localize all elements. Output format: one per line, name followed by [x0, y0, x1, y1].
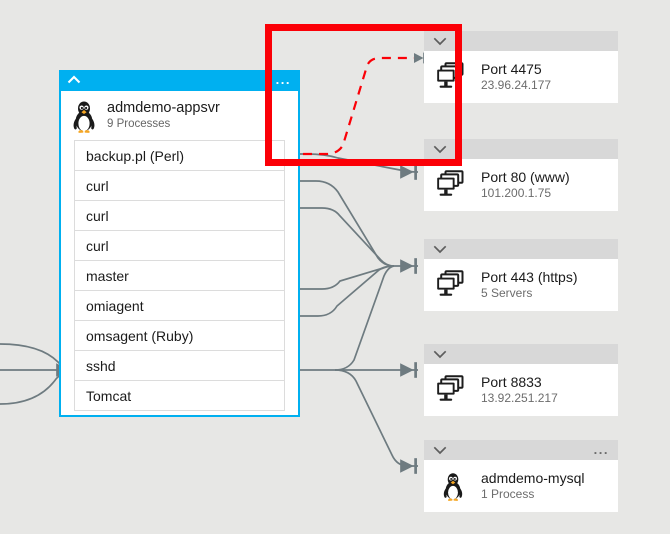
process-row[interactable]: backup.pl (Perl) — [75, 141, 284, 171]
process-row[interactable]: omiagent — [75, 291, 284, 321]
resource-title: Port 4475 — [481, 61, 542, 77]
process-list: backup.pl (Perl) curl curl curl master omiage… — [74, 140, 285, 411]
resource-subtitle: 23.96.24.177 — [481, 78, 552, 92]
process-row[interactable]: master — [75, 261, 284, 291]
resource-subtitle: 13.92.251.217 — [481, 391, 558, 405]
process-name: Tomcat — [86, 387, 132, 404]
resource-card-port-443[interactable]: Port 443 (https) 5 Servers — [424, 239, 618, 311]
process-name: sshd — [86, 357, 116, 374]
machine-identity: admdemo-appsvr 9 Processes — [70, 96, 290, 136]
process-row[interactable]: curl — [75, 171, 284, 201]
resource-title: admdemo-mysql — [481, 470, 585, 486]
machine-name: admdemo-appsvr — [107, 100, 220, 116]
resource-title: Port 80 (www) — [481, 169, 570, 185]
resource-subtitle: 1 Process — [481, 487, 535, 501]
resource-subtitle: 101.200.1.75 — [481, 186, 552, 200]
chevron-up-icon[interactable] — [67, 74, 81, 86]
process-name: omsagent (Ruby) — [86, 327, 194, 344]
process-row[interactable]: curl — [75, 201, 284, 231]
chevron-down-icon[interactable] — [433, 245, 447, 254]
linux-penguin-icon — [443, 473, 463, 501]
resource-card-port-8833[interactable]: Port 8833 13.92.251.217 — [424, 344, 618, 416]
topology-canvas: ... admdemo-appsvr 9 Processes backup.pl… — [0, 0, 670, 534]
process-row[interactable]: omsagent (Ruby) — [75, 321, 284, 351]
servers-stack-icon — [437, 375, 464, 401]
process-name: backup.pl (Perl) — [86, 147, 185, 164]
resource-card-header[interactable]: ... — [424, 440, 618, 460]
machine-card-header[interactable]: ... — [59, 70, 300, 91]
annotation-highlight-rectangle — [265, 24, 462, 166]
resource-card-body[interactable]: Port 8833 13.92.251.217 — [424, 364, 618, 416]
process-name: omiagent — [86, 297, 144, 314]
ellipsis-icon[interactable]: ... — [594, 443, 609, 456]
resource-subtitle: 5 Servers — [481, 286, 533, 300]
machine-process-count: 9 Processes — [107, 118, 171, 130]
process-name: curl — [86, 177, 109, 194]
process-row[interactable]: sshd — [75, 351, 284, 381]
resource-title: Port 8833 — [481, 374, 542, 390]
chevron-down-icon[interactable] — [433, 350, 447, 359]
resource-card-body[interactable]: admdemo-mysql 1 Process — [424, 460, 618, 512]
resource-card-header[interactable] — [424, 239, 618, 259]
servers-stack-icon — [437, 170, 464, 196]
process-name: master — [86, 267, 129, 284]
process-name: curl — [86, 207, 109, 224]
process-row[interactable]: curl — [75, 231, 284, 261]
resource-card-admdemo-mysql[interactable]: ... admdemo-mysql 1 Process — [424, 440, 618, 512]
resource-card-body[interactable]: Port 443 (https) 5 Servers — [424, 259, 618, 311]
process-name: curl — [86, 237, 109, 254]
linux-penguin-icon — [73, 101, 95, 133]
chevron-down-icon[interactable] — [433, 446, 447, 455]
resource-title: Port 443 (https) — [481, 269, 578, 285]
resource-card-header[interactable] — [424, 344, 618, 364]
resource-card-body[interactable]: Port 80 (www) 101.200.1.75 — [424, 159, 618, 211]
servers-stack-icon — [437, 270, 464, 296]
process-row[interactable]: Tomcat — [75, 381, 284, 411]
